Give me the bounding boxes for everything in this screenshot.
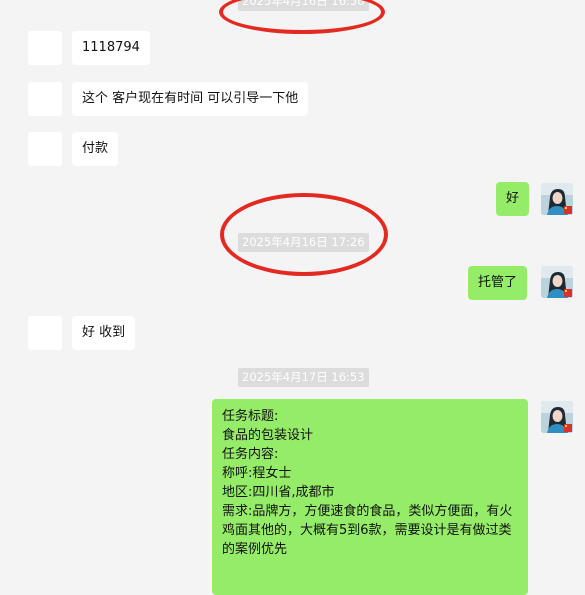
timestamp: 2025年4月17日 16:53 (238, 368, 369, 387)
task-line: 称呼:程女士 (222, 466, 292, 481)
task-line: 任务内容: (222, 447, 279, 462)
timestamp: 2025年4月16日 16:50 (238, 0, 369, 11)
portrait-icon (541, 266, 573, 298)
own-message-bubble[interactable]: 好 (496, 182, 530, 216)
message-bubble[interactable]: 这个 客户现在有时间 可以引导一下他 (72, 82, 309, 116)
portrait-icon (541, 401, 573, 433)
contact-avatar[interactable] (28, 132, 62, 166)
portrait-icon (541, 183, 573, 215)
contact-avatar[interactable] (28, 316, 62, 350)
task-line: 地区:四川省,成都市 (222, 485, 335, 500)
contact-avatar[interactable] (28, 31, 62, 65)
task-line: 任务标题: (222, 409, 279, 424)
user-avatar[interactable] (541, 183, 573, 215)
user-avatar[interactable] (541, 266, 573, 298)
timestamp: 2025年4月16日 17:26 (238, 233, 369, 252)
user-avatar[interactable] (541, 401, 573, 433)
contact-avatar[interactable] (28, 82, 62, 116)
message-bubble[interactable]: 付款 (72, 132, 119, 166)
message-bubble[interactable]: 1118794 (72, 31, 150, 65)
message-bubble[interactable]: 好 收到 (72, 316, 136, 350)
task-line: 需求:品牌方，方便速食的食品，类似方便面，有火鸡面其他的，大概有5到6款，需要设… (222, 504, 513, 557)
task-message-bubble[interactable]: 任务标题: 食品的包装设计 任务内容: 称呼:程女士 地区:四川省,成都市 需求… (212, 399, 528, 595)
task-line: 食品的包装设计 (222, 428, 314, 443)
own-message-bubble[interactable]: 托管了 (468, 266, 528, 300)
